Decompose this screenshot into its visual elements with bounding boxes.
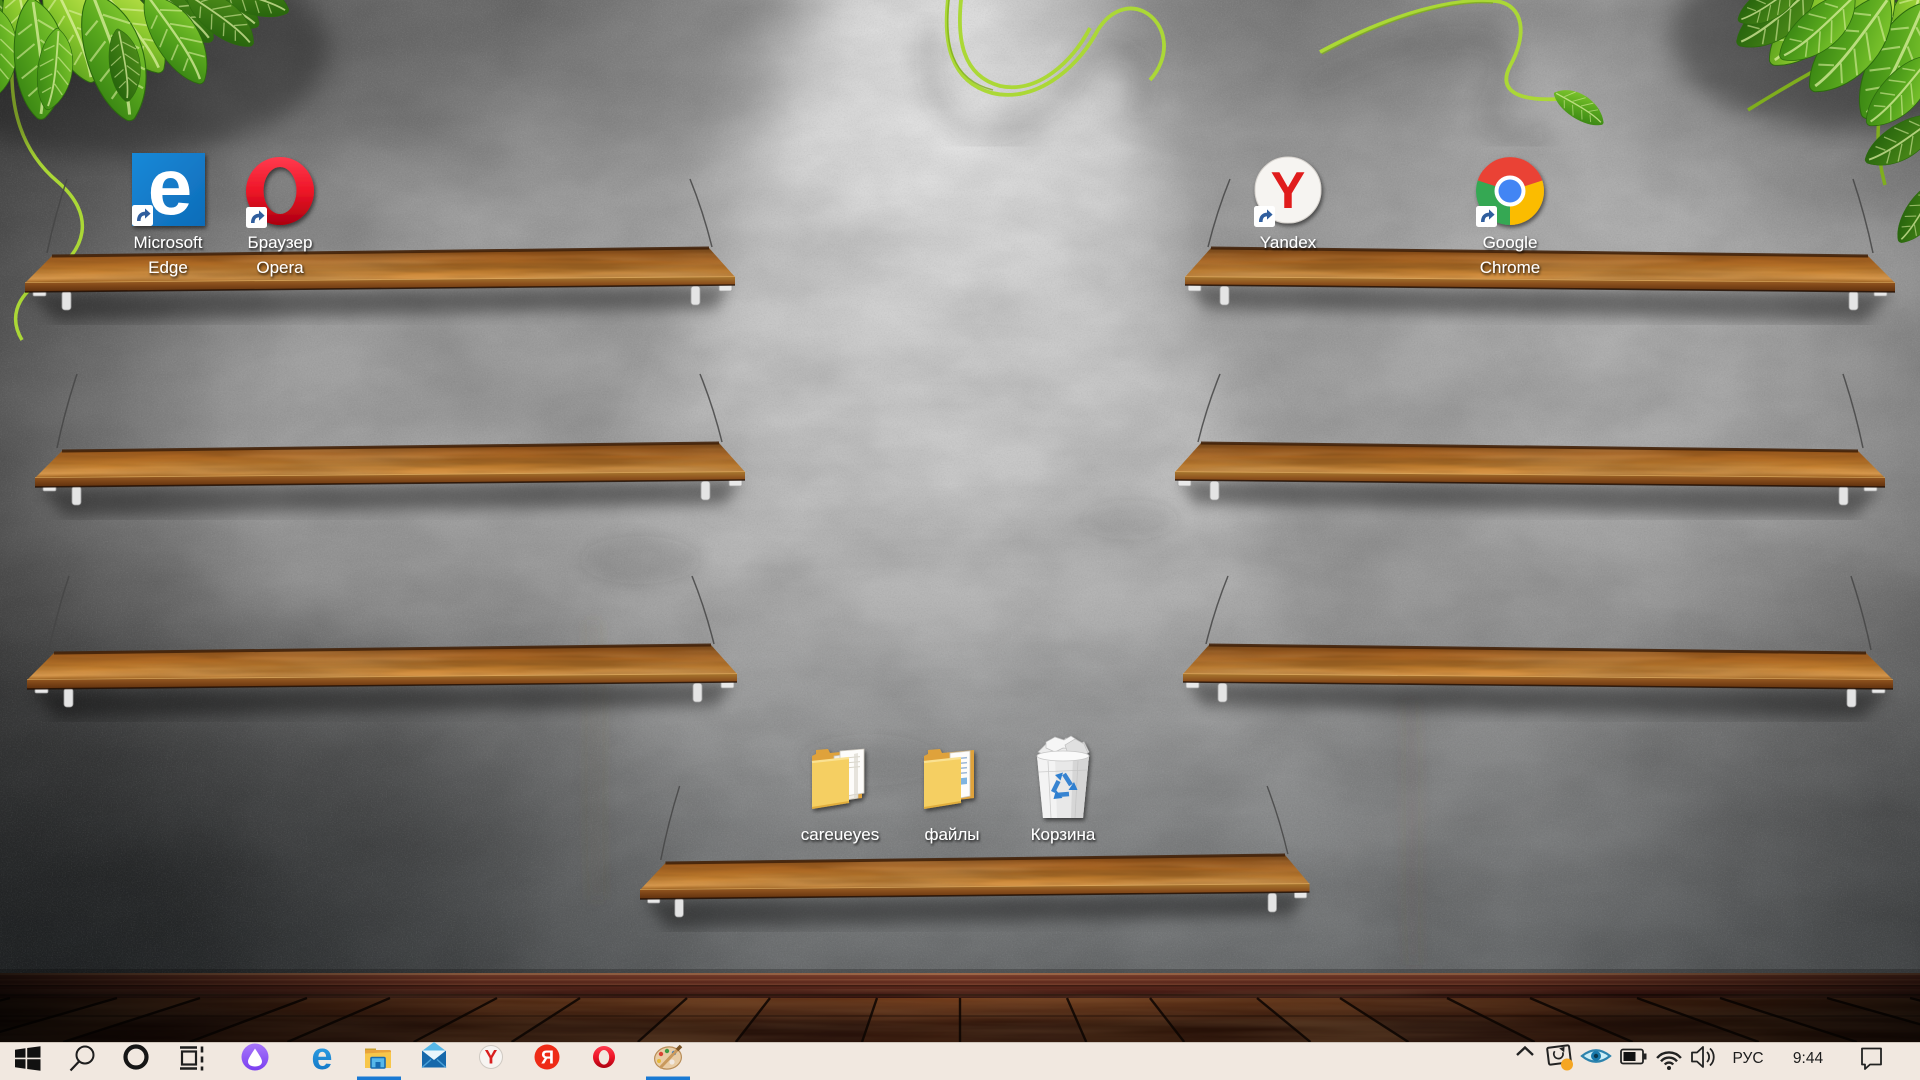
svg-text:e: e [311,1036,332,1078]
svg-text:Y: Y [485,1048,498,1069]
svg-text:файлы: файлы [924,825,979,844]
svg-text:Edge: Edge [148,258,188,277]
svg-text:Я: Я [541,1048,554,1068]
svg-text:Корзина: Корзина [1031,825,1096,844]
svg-text:9:44: 9:44 [1793,1050,1824,1067]
svg-text:e: e [148,142,193,231]
svg-text:Y: Y [1271,162,1306,220]
svg-text:Yandex: Yandex [1260,233,1317,252]
svg-text:Google: Google [1483,233,1538,252]
svg-text:Microsoft: Microsoft [134,233,203,252]
svg-text:РУС: РУС [1732,1050,1763,1067]
svg-text:careueyes: careueyes [801,825,879,844]
svg-text:Браузер: Браузер [248,233,313,252]
svg-text:Opera: Opera [256,258,304,277]
svg-text:Chrome: Chrome [1480,258,1540,277]
